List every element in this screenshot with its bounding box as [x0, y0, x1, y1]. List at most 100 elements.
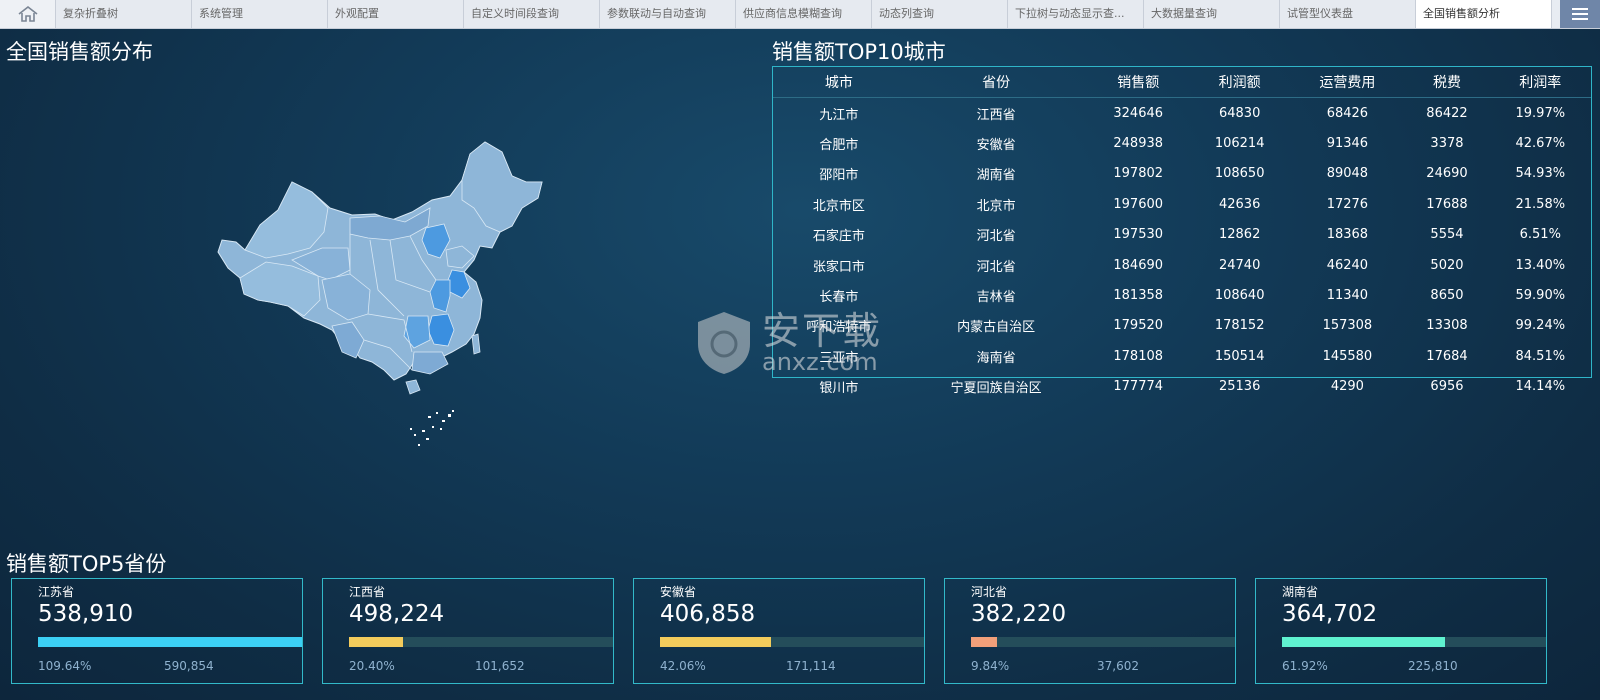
table-cell: 19.97%: [1515, 105, 1566, 121]
table-title: 销售额TOP10城市: [772, 40, 946, 64]
tab-item[interactable]: 动态列查询: [872, 0, 1008, 28]
table-cell: 邵阳市: [819, 168, 859, 184]
table-row[interactable]: 三亚市 海南省 178108 150514 145580 17684 84.51%: [773, 341, 1591, 371]
table-cell: 42636: [1218, 196, 1261, 212]
card-percent: 109.64%: [38, 659, 92, 673]
table-row[interactable]: 石家庄市 河北省 197530 12862 18368 5554 6.51%: [773, 220, 1591, 250]
watermark: 安下载 anxz.com: [692, 308, 882, 378]
table-cell: 吉林省: [976, 290, 1016, 306]
table-cell: 46240: [1326, 257, 1369, 273]
tab-item[interactable]: 供应商信息模糊查询: [736, 0, 872, 28]
tab-item[interactable]: 外观配置: [328, 0, 464, 28]
map-region-guangdong: [411, 351, 449, 375]
tab-list: 复杂折叠树 系统管理 外观配置 自定义时间段查询 参数联动与自动查询 供应商信息模糊查询动…: [56, 0, 1552, 28]
home-icon: [18, 5, 37, 22]
table-cell: 99.24%: [1515, 318, 1566, 334]
map-region-hainan[interactable]: [405, 379, 421, 395]
table-row[interactable]: 邵阳市 湖南省 197802 108650 89048 24690 54.93%: [773, 159, 1591, 189]
table-cell: 24690: [1426, 166, 1468, 182]
table-cell: 13.40%: [1515, 257, 1566, 273]
table-cell: 24740: [1218, 257, 1261, 273]
table-cell: 6956: [1430, 379, 1464, 395]
tab-item[interactable]: 全国销售额分析: [1416, 0, 1552, 28]
table-cell: 北京市区: [812, 198, 865, 214]
table-cell: 106214: [1214, 136, 1265, 152]
card-progress-fill: [1282, 637, 1446, 647]
tab-item[interactable]: 下拉树与动态显示查...: [1008, 0, 1144, 28]
table-cell: 海南省: [976, 350, 1016, 366]
table-cell: 86422: [1426, 105, 1468, 121]
table-column-header[interactable]: 省份: [904, 67, 1088, 98]
table-cell: 张家口市: [812, 259, 865, 275]
table-cell: 178152: [1214, 318, 1265, 334]
card-percent: 61.92%: [1282, 659, 1328, 673]
table-cell: 248938: [1113, 136, 1164, 152]
table-row[interactable]: 合肥市 安徽省 248938 106214 91346 3378 42.67%: [773, 128, 1591, 158]
table-header-row: 城市 省份 销售额 利润额 运营费用 税费 利润率: [773, 67, 1591, 98]
tab-item[interactable]: 复杂折叠树: [56, 0, 192, 28]
province-card[interactable]: 安徽省 406,858 42.06% 171,114: [633, 578, 925, 684]
card-province-name: 江西省: [349, 585, 386, 599]
tab-bar: 复杂折叠树 系统管理 外观配置 自定义时间段查询 参数联动与自动查询 供应商信息模糊查询动…: [0, 0, 1600, 29]
table-cell: 内蒙古自治区: [957, 320, 1036, 336]
table-cell: 150514: [1214, 348, 1265, 364]
table-cell: 5554: [1430, 227, 1464, 243]
table-cell: 91346: [1326, 136, 1369, 152]
table-column-header[interactable]: 税费: [1404, 67, 1490, 98]
china-sales-map[interactable]: [200, 130, 560, 470]
table-cell: 145580: [1322, 348, 1373, 364]
tab-item[interactable]: 参数联动与自动查询: [600, 0, 736, 28]
table-column-header[interactable]: 销售额: [1087, 67, 1189, 98]
table-column-header[interactable]: 利润额: [1188, 67, 1291, 98]
table-cell: 68426: [1326, 105, 1369, 121]
table-cell: 324646: [1113, 105, 1164, 121]
card-province-name: 安徽省: [660, 585, 697, 599]
province-card[interactable]: 江西省 498,224 20.40% 101,652: [322, 578, 614, 684]
top10-city-table-box: 城市 省份 销售额 利润额 运营费用 税费 利润率 九江市 江西省 324646 64830 684…: [772, 66, 1592, 396]
province-card[interactable]: 江苏省 538,910 109.64% 590,854: [11, 578, 303, 684]
card-sales-value: 406,858: [660, 601, 756, 627]
table-row[interactable]: 呼和浩特市 内蒙古自治区 179520 178152 157308 13308 99.24%: [773, 311, 1591, 341]
table-row[interactable]: 长春市 吉林省 181358 108640 11340 8650 59.90%: [773, 280, 1591, 310]
table-cell: 42.67%: [1515, 136, 1566, 152]
tab-item[interactable]: 系统管理: [192, 0, 328, 28]
tab-item[interactable]: 自定义时间段查询: [464, 0, 600, 28]
table-cell: 11340: [1326, 288, 1369, 304]
table-row[interactable]: 张家口市 河北省 184690 24740 46240 5020 13.40%: [773, 250, 1591, 280]
table-cell: 17688: [1426, 196, 1468, 212]
table-row[interactable]: 银川市 宁夏回族自治区 177774 25136 4290 6956 14.14%: [773, 372, 1591, 402]
table-cell: 宁夏回族自治区: [950, 381, 1042, 397]
table-cell: 84.51%: [1515, 348, 1566, 364]
table-cell: 108640: [1214, 288, 1265, 304]
table-cell: 18368: [1326, 227, 1369, 243]
table-column-header[interactable]: 城市: [773, 67, 905, 98]
table-row[interactable]: 北京市区 北京市 197600 42636 17276 17688 21.58%: [773, 189, 1591, 219]
card-progress-fill: [349, 637, 403, 647]
table-cell: 6.51%: [1519, 227, 1561, 243]
card-progress-fill: [38, 637, 302, 647]
tab-item[interactable]: 试管型仪表盘: [1280, 0, 1416, 28]
table-cell: 181358: [1113, 288, 1164, 304]
card-total: 225,810: [1408, 659, 1458, 673]
table-cell: 13308: [1426, 318, 1468, 334]
table-column-header[interactable]: 利润率: [1489, 67, 1591, 98]
card-total: 171,114: [786, 659, 836, 673]
table-column-header[interactable]: 运营费用: [1290, 67, 1405, 98]
card-progress-track: [660, 637, 924, 647]
map-south-sea-islands: [410, 410, 454, 446]
table-cell: 湖南省: [976, 168, 1016, 184]
table-row[interactable]: 九江市 江西省 324646 64830 68426 86422 19.97%: [773, 98, 1591, 129]
card-sales-value: 498,224: [349, 601, 445, 627]
table-cell: 108650: [1214, 166, 1265, 182]
table-cell: 江西省: [976, 107, 1016, 123]
table-cell: 179520: [1113, 318, 1164, 334]
card-percent: 42.06%: [660, 659, 706, 673]
province-card[interactable]: 湖南省 364,702 61.92% 225,810: [1255, 578, 1547, 684]
table-cell: 河北省: [976, 259, 1016, 275]
home-button[interactable]: [0, 0, 56, 28]
tab-item[interactable]: 大数据量查询: [1144, 0, 1280, 28]
province-card[interactable]: 河北省 382,220 9.84% 37,602: [944, 578, 1236, 684]
table-cell: 178108: [1113, 348, 1164, 364]
menu-button[interactable]: [1560, 0, 1600, 28]
table-cell: 14.14%: [1515, 379, 1566, 395]
